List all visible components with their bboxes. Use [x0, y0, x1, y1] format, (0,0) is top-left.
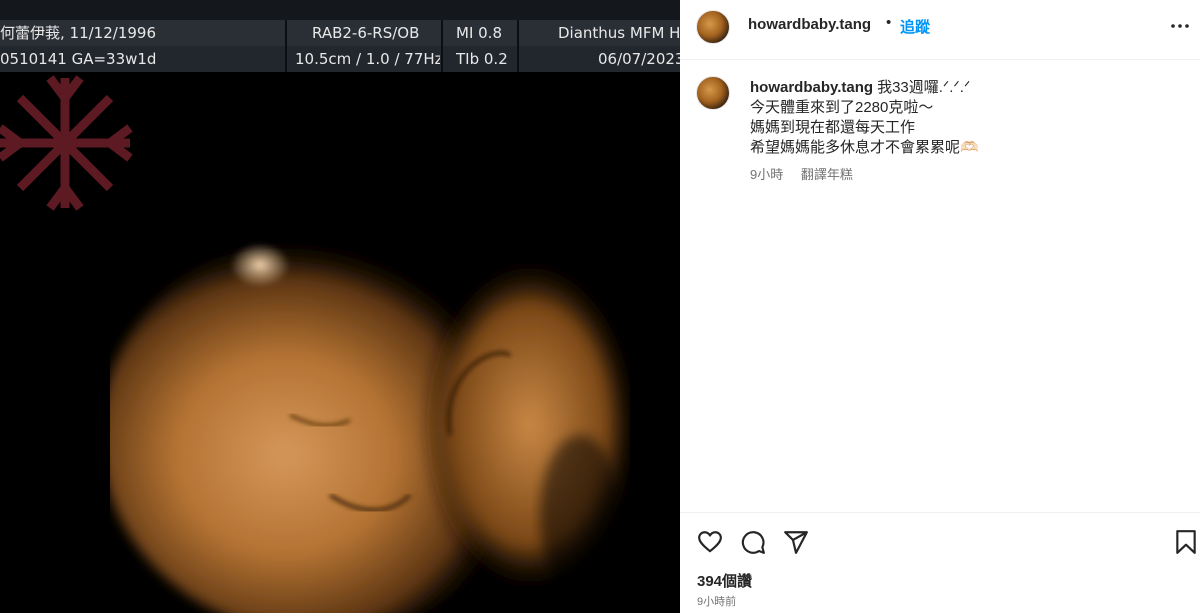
caption-line-4: 希望媽媽能多休息才不會累累呢🫶🏻	[750, 139, 979, 156]
clinic-logo-watermark	[0, 75, 133, 211]
bookmark-icon[interactable]	[1173, 529, 1199, 555]
ultrasound-date: 06/07/2023	[598, 50, 680, 68]
ultrasound-patient: 何蕾伊莪, 11/12/1996	[0, 24, 156, 42]
ultrasound-id-ga: 0510141 GA=33w1d	[0, 50, 157, 68]
action-bar	[680, 512, 1200, 572]
caption-line-1: 我33週囉.ᐟ.ᐟ.ᐟ	[877, 79, 971, 96]
caption-line-2: 今天體重來到了2280克啦～	[750, 99, 934, 116]
ultrasound-clinic: Dianthus MFM H	[558, 24, 680, 42]
post-author-username[interactable]: howardbaby.tang	[748, 16, 871, 33]
separator-dot: •	[886, 14, 892, 31]
likes-count[interactable]: 394個讚	[697, 570, 752, 591]
avatar[interactable]	[696, 10, 730, 44]
ultrasound-probe: RAB2-6-RS/OB	[312, 24, 420, 42]
comment-icon[interactable]	[740, 529, 766, 555]
caption-line-3: 媽媽到現在都還每天工作	[750, 119, 916, 136]
caption-username[interactable]: howardbaby.tang	[750, 79, 873, 96]
caption-time: 9小時	[750, 167, 784, 182]
heart-icon[interactable]	[697, 529, 723, 555]
follow-button[interactable]: 追蹤	[900, 16, 930, 37]
post-timestamp[interactable]: 9小時前	[697, 593, 736, 609]
ultrasound-baby-image	[110, 235, 630, 613]
ultrasound-scan: 10.5cm / 1.0 / 77Hz	[295, 50, 440, 68]
post-header: howardbaby.tang • 追蹤	[680, 0, 1200, 60]
post-panel: howardbaby.tang • 追蹤 howardbaby.tang 我33週…	[680, 0, 1200, 613]
ultrasound-tib: TIb 0.2	[456, 50, 508, 68]
share-icon[interactable]	[783, 529, 809, 555]
ultrasound-info-bar: 何蕾伊莪, 11/12/1996 RAB2-6-RS/OB MI 0.8 Dia…	[0, 0, 680, 72]
post-image[interactable]: 何蕾伊莪, 11/12/1996 RAB2-6-RS/OB MI 0.8 Dia…	[0, 0, 680, 613]
translate-link[interactable]: 翻譯年糕	[801, 167, 853, 182]
post-caption: howardbaby.tang 我33週囉.ᐟ.ᐟ.ᐟ 今天體重來到了2280克啦…	[750, 78, 1180, 158]
caption-avatar[interactable]	[696, 76, 730, 110]
more-icon[interactable]	[1168, 14, 1192, 38]
ultrasound-mi: MI 0.8	[456, 24, 502, 42]
caption-meta: 9小時 翻譯年糕	[750, 164, 867, 183]
